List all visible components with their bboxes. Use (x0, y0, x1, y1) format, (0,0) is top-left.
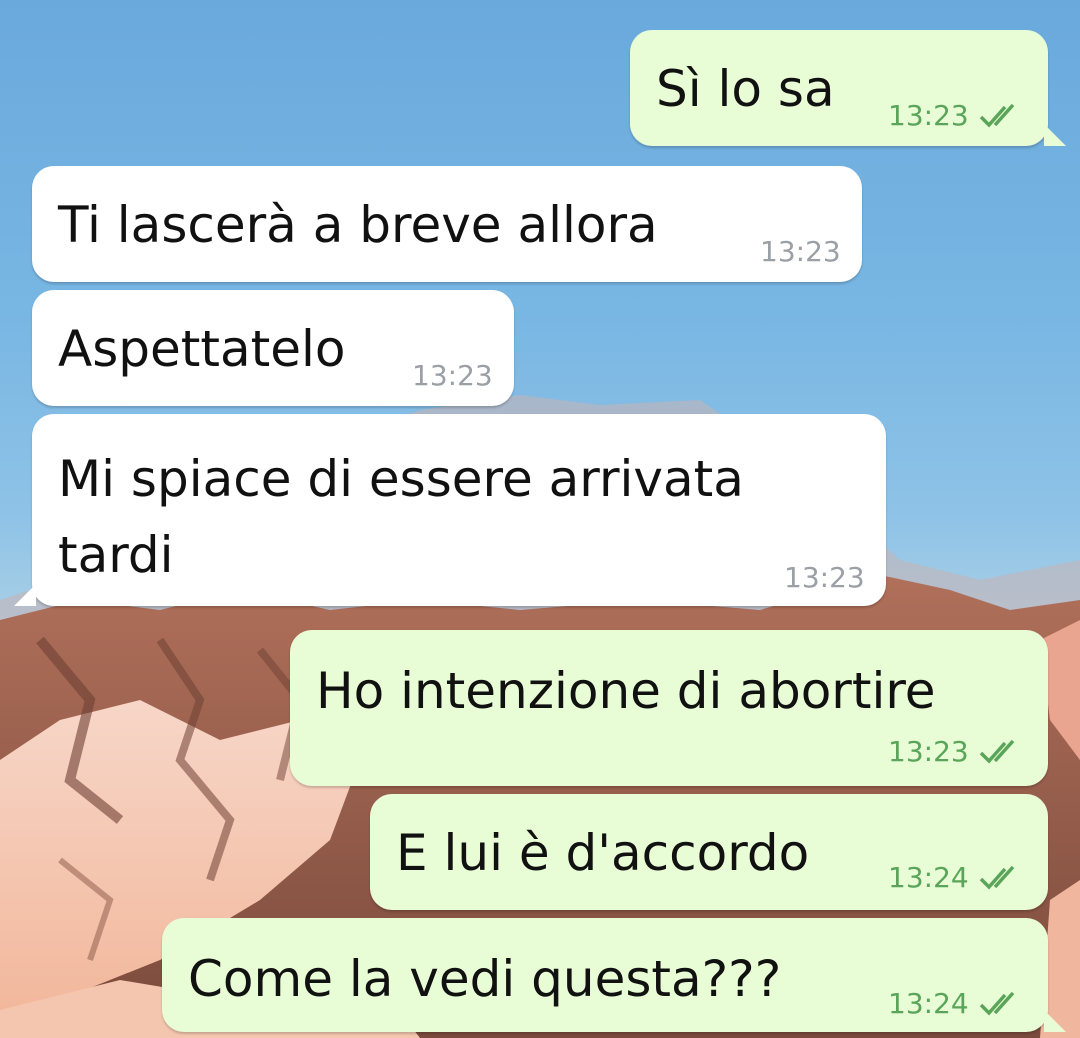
message-bubble-incoming[interactable]: Mi spiace di essere arrivata tardi 13:23 (32, 414, 886, 606)
message-text: Aspettatelo (58, 320, 346, 378)
message-text: Sì lo sa (656, 60, 835, 118)
message-timestamp: 13:23 (888, 99, 969, 132)
message-meta: 13:23 (888, 100, 1023, 132)
message-bubble-outgoing[interactable]: Sì lo sa 13:23 (630, 30, 1048, 146)
message-text-line-1: Mi spiace di essere arrivata (58, 450, 744, 508)
bubble-tail (1044, 1010, 1066, 1032)
message-text: Come la vedi questa??? (188, 950, 782, 1008)
message-text-line-2: tardi (58, 526, 174, 584)
message-timestamp: 13:23 (760, 235, 841, 268)
bubble-tail (14, 584, 36, 606)
message-meta: 13:24 (888, 862, 1023, 894)
message-timestamp: 13:23 (784, 561, 865, 594)
double-check-icon (979, 103, 1015, 128)
message-text: Ti lascerà a breve allora (58, 196, 658, 254)
message-bubble-incoming[interactable]: Ti lascerà a breve allora 13:23 (32, 166, 862, 282)
message-timestamp: 13:24 (888, 987, 969, 1020)
double-check-icon (979, 739, 1015, 764)
message-meta: 13:23 (888, 736, 1023, 768)
message-text: Ho intenzione di abortire (316, 662, 936, 720)
message-bubble-outgoing[interactable]: Ho intenzione di abortire 13:23 (290, 630, 1048, 786)
double-check-icon (979, 865, 1015, 890)
message-bubble-outgoing[interactable]: Come la vedi questa??? 13:24 (162, 918, 1048, 1032)
message-timestamp: 13:23 (412, 359, 493, 392)
bubble-tail (1044, 124, 1066, 146)
message-bubble-incoming[interactable]: Aspettatelo 13:23 (32, 290, 514, 406)
message-bubble-outgoing[interactable]: E lui è d'accordo 13:24 (370, 794, 1048, 910)
message-meta: 13:24 (888, 988, 1023, 1020)
message-text: E lui è d'accordo (396, 824, 810, 882)
message-timestamp: 13:23 (888, 735, 969, 768)
message-timestamp: 13:24 (888, 861, 969, 894)
double-check-icon (979, 991, 1015, 1016)
